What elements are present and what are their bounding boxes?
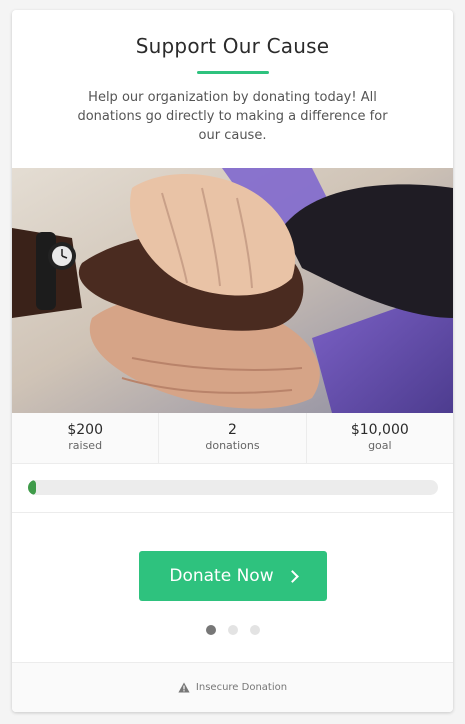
card-footer: Insecure Donation xyxy=(12,662,453,712)
footer-text: Insecure Donation xyxy=(195,682,288,693)
carousel-dot[interactable] xyxy=(205,625,216,635)
chevron-right-icon xyxy=(285,569,299,583)
progress-bar xyxy=(28,480,438,495)
donate-now-button[interactable]: Donate Now xyxy=(139,551,327,601)
stat-label: donations xyxy=(205,439,260,452)
donation-card: Support Our Cause Help our organization … xyxy=(12,10,453,712)
progress-fill xyxy=(28,480,37,495)
carousel-dot[interactable] xyxy=(227,625,238,635)
stat-value: 2 xyxy=(228,422,237,438)
title-underline xyxy=(196,71,269,74)
warning-icon xyxy=(178,682,190,693)
carousel-dot[interactable] xyxy=(249,625,260,635)
card-header: Support Our Cause Help our organization … xyxy=(12,10,453,168)
stat-value: $10,000 xyxy=(350,422,409,438)
carousel-dots xyxy=(12,625,453,635)
hands-stacked-together-photo xyxy=(12,168,453,413)
stat-label: raised xyxy=(68,439,103,452)
card-title: Support Our Cause xyxy=(135,34,330,58)
stat-label: goal xyxy=(368,439,392,452)
stats-bar: $200 raised 2 donations $10,000 goal xyxy=(12,413,453,464)
progress-section xyxy=(12,464,453,513)
stat-value: $200 xyxy=(67,422,103,438)
card-description: Help our organization by donating today!… xyxy=(77,90,388,143)
stat-goal: $10,000 goal xyxy=(307,413,453,463)
stat-raised: $200 raised xyxy=(12,413,160,463)
donate-area: Donate Now xyxy=(12,513,453,664)
stat-donations: 2 donations xyxy=(159,413,307,463)
donate-button-label: Donate Now xyxy=(169,566,274,586)
